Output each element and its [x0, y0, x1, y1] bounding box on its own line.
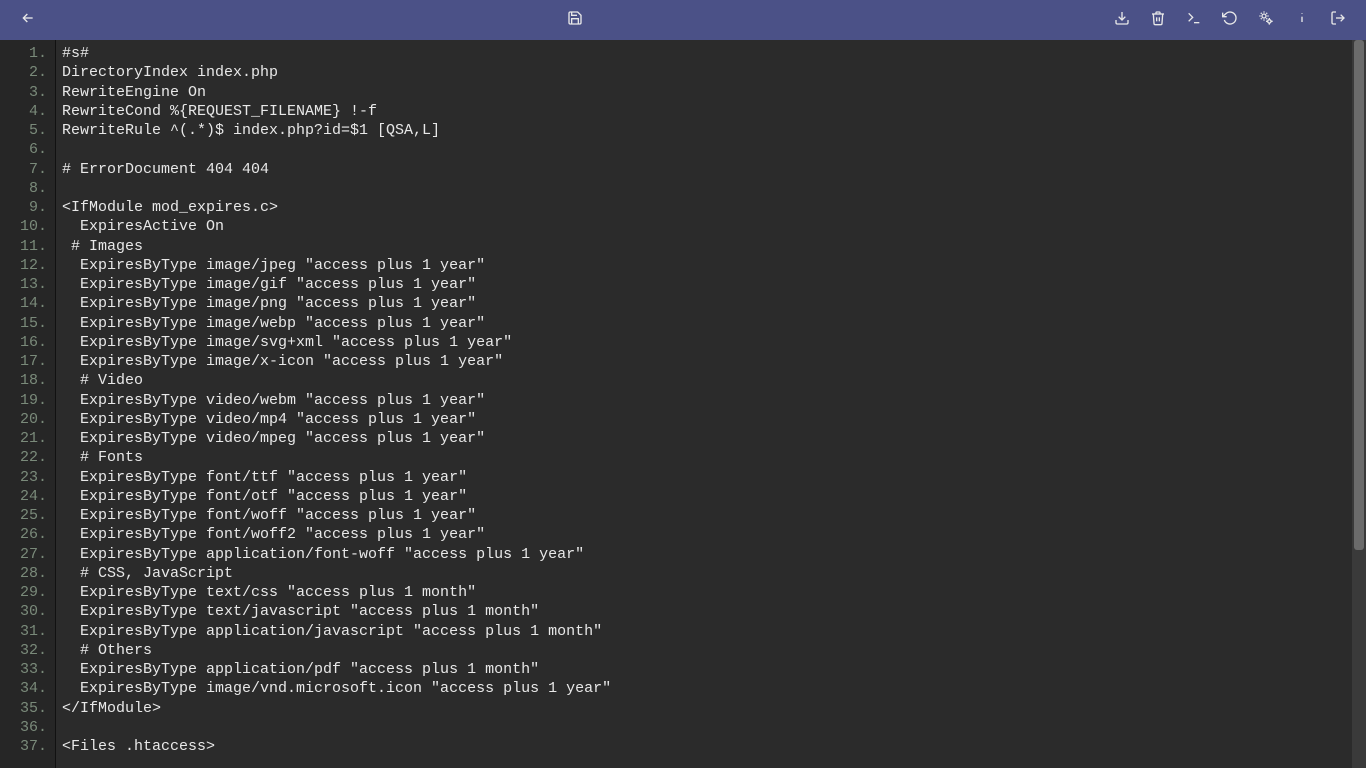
- line-number: 18.: [0, 371, 47, 390]
- code-line[interactable]: # Fonts: [62, 448, 1366, 467]
- code-area[interactable]: #s#DirectoryIndex index.phpRewriteEngine…: [56, 40, 1366, 768]
- line-number: 32.: [0, 641, 47, 660]
- back-button[interactable]: [10, 2, 46, 38]
- code-line[interactable]: ExpiresByType image/jpeg "access plus 1 …: [62, 256, 1366, 275]
- line-number: 17.: [0, 352, 47, 371]
- code-line[interactable]: <IfModule mod_expires.c>: [62, 198, 1366, 217]
- code-line[interactable]: <Files .htaccess>: [62, 737, 1366, 756]
- line-number: 37.: [0, 737, 47, 756]
- download-button[interactable]: [1104, 2, 1140, 38]
- info-icon: [1294, 10, 1310, 31]
- code-line[interactable]: # Video: [62, 371, 1366, 390]
- code-line[interactable]: [62, 140, 1366, 159]
- line-number: 9.: [0, 198, 47, 217]
- code-line[interactable]: ExpiresByType video/mp4 "access plus 1 y…: [62, 410, 1366, 429]
- code-line[interactable]: # Others: [62, 641, 1366, 660]
- logout-icon: [1330, 10, 1346, 31]
- line-number: 8.: [0, 179, 47, 198]
- gutter: 1.2.3.4.5.6.7.8.9.10.11.12.13.14.15.16.1…: [0, 40, 56, 768]
- line-number: 35.: [0, 699, 47, 718]
- code-line[interactable]: ExpiresByType video/mpeg "access plus 1 …: [62, 429, 1366, 448]
- save-button[interactable]: [557, 2, 593, 38]
- code-line[interactable]: ExpiresByType image/x-icon "access plus …: [62, 352, 1366, 371]
- line-number: 1.: [0, 44, 47, 63]
- line-number: 4.: [0, 102, 47, 121]
- line-number: 24.: [0, 487, 47, 506]
- terminal-icon: [1186, 10, 1202, 31]
- code-line[interactable]: [62, 179, 1366, 198]
- line-number: 5.: [0, 121, 47, 140]
- trash-icon: [1150, 10, 1166, 31]
- code-line[interactable]: [62, 718, 1366, 737]
- download-icon: [1114, 10, 1130, 31]
- floppy-icon: [567, 10, 583, 31]
- code-line[interactable]: ExpiresByType image/vnd.microsoft.icon "…: [62, 679, 1366, 698]
- line-number: 3.: [0, 83, 47, 102]
- code-line[interactable]: RewriteCond %{REQUEST_FILENAME} !-f: [62, 102, 1366, 121]
- line-number: 27.: [0, 545, 47, 564]
- line-number: 25.: [0, 506, 47, 525]
- code-line[interactable]: ExpiresByType application/pdf "access pl…: [62, 660, 1366, 679]
- line-number: 29.: [0, 583, 47, 602]
- line-number: 22.: [0, 448, 47, 467]
- code-line[interactable]: DirectoryIndex index.php: [62, 63, 1366, 82]
- gears-icon: [1258, 10, 1274, 31]
- line-number: 20.: [0, 410, 47, 429]
- line-number: 15.: [0, 314, 47, 333]
- code-line[interactable]: # Images: [62, 237, 1366, 256]
- editor[interactable]: 1.2.3.4.5.6.7.8.9.10.11.12.13.14.15.16.1…: [0, 40, 1366, 768]
- line-number: 11.: [0, 237, 47, 256]
- code-line[interactable]: ExpiresByType image/gif "access plus 1 y…: [62, 275, 1366, 294]
- toolbar: [0, 0, 1366, 40]
- line-number: 2.: [0, 63, 47, 82]
- line-number: 10.: [0, 217, 47, 236]
- reload-icon: [1222, 10, 1238, 31]
- code-line[interactable]: ExpiresByType text/javascript "access pl…: [62, 602, 1366, 621]
- code-line[interactable]: # CSS, JavaScript: [62, 564, 1366, 583]
- line-number: 34.: [0, 679, 47, 698]
- code-line[interactable]: RewriteRule ^(.*)$ index.php?id=$1 [QSA,…: [62, 121, 1366, 140]
- delete-button[interactable]: [1140, 2, 1176, 38]
- code-line[interactable]: ExpiresByType application/font-woff "acc…: [62, 545, 1366, 564]
- line-number: 31.: [0, 622, 47, 641]
- scrollbar-thumb[interactable]: [1354, 40, 1364, 550]
- code-line[interactable]: ExpiresByType font/woff "access plus 1 y…: [62, 506, 1366, 525]
- code-line[interactable]: ExpiresByType font/otf "access plus 1 ye…: [62, 487, 1366, 506]
- code-line[interactable]: ExpiresByType font/ttf "access plus 1 ye…: [62, 468, 1366, 487]
- code-line[interactable]: ExpiresByType font/woff2 "access plus 1 …: [62, 525, 1366, 544]
- line-number: 26.: [0, 525, 47, 544]
- line-number: 21.: [0, 429, 47, 448]
- logout-button[interactable]: [1320, 2, 1356, 38]
- line-number: 16.: [0, 333, 47, 352]
- line-number: 28.: [0, 564, 47, 583]
- line-number: 6.: [0, 140, 47, 159]
- line-number: 30.: [0, 602, 47, 621]
- vertical-scrollbar[interactable]: [1352, 40, 1366, 768]
- code-line[interactable]: #s#: [62, 44, 1366, 63]
- code-line[interactable]: ExpiresByType image/svg+xml "access plus…: [62, 333, 1366, 352]
- info-button[interactable]: [1284, 2, 1320, 38]
- code-line[interactable]: ExpiresActive On: [62, 217, 1366, 236]
- code-line[interactable]: ExpiresByType image/png "access plus 1 y…: [62, 294, 1366, 313]
- line-number: 13.: [0, 275, 47, 294]
- settings-button[interactable]: [1248, 2, 1284, 38]
- line-number: 23.: [0, 468, 47, 487]
- code-line[interactable]: </IfModule>: [62, 699, 1366, 718]
- arrow-left-icon: [20, 10, 36, 31]
- line-number: 14.: [0, 294, 47, 313]
- console-button[interactable]: [1176, 2, 1212, 38]
- line-number: 7.: [0, 160, 47, 179]
- reload-button[interactable]: [1212, 2, 1248, 38]
- code-line[interactable]: RewriteEngine On: [62, 83, 1366, 102]
- code-line[interactable]: ExpiresByType text/css "access plus 1 mo…: [62, 583, 1366, 602]
- line-number: 19.: [0, 391, 47, 410]
- line-number: 33.: [0, 660, 47, 679]
- line-number: 12.: [0, 256, 47, 275]
- line-number: 36.: [0, 718, 47, 737]
- code-line[interactable]: ExpiresByType video/webm "access plus 1 …: [62, 391, 1366, 410]
- code-line[interactable]: ExpiresByType application/javascript "ac…: [62, 622, 1366, 641]
- code-line[interactable]: ExpiresByType image/webp "access plus 1 …: [62, 314, 1366, 333]
- code-line[interactable]: # ErrorDocument 404 404: [62, 160, 1366, 179]
